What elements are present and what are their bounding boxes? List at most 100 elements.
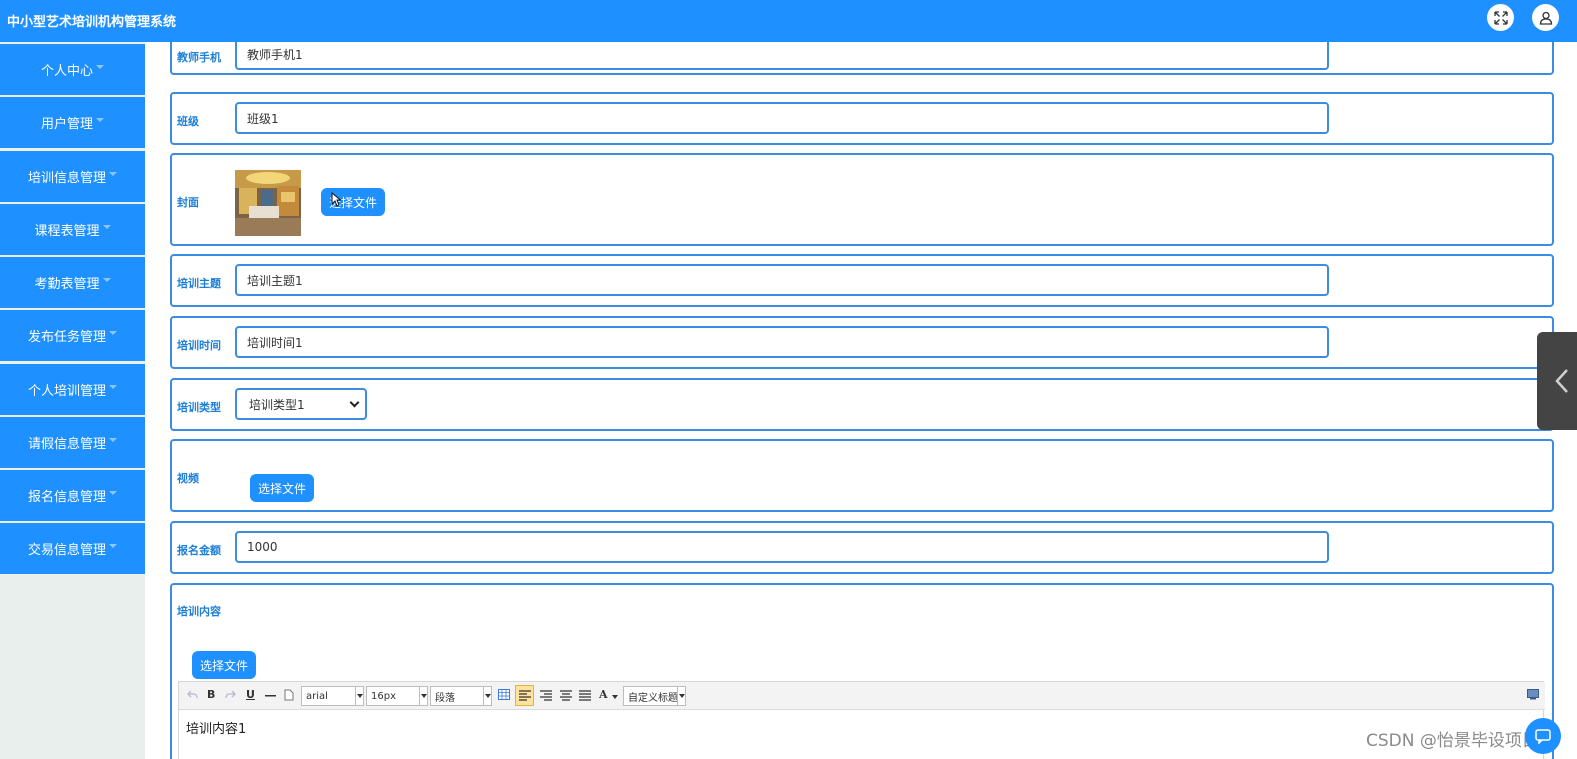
watermark: CSDN @怡景毕设项目 (1366, 731, 1539, 751)
class-input[interactable]: 班级1 (235, 102, 1329, 134)
expand-icon (1493, 10, 1508, 25)
font-size-select[interactable]: 16px (366, 686, 428, 706)
sidebar-item-registration[interactable]: 报名信息管理 (0, 470, 145, 521)
font-family-select[interactable]: arial (301, 686, 364, 706)
video-choose-file-button[interactable]: 选择文件 (250, 474, 315, 502)
form-row-video: 视频 选择文件 (170, 439, 1554, 512)
sidebar-item-label: 考勤表管理 (34, 277, 100, 292)
align-left-button[interactable] (515, 685, 534, 706)
sidebar: 个人中心 用户管理 培训信息管理 课程表管理 考勤表管理 发布任务管理 个人培训… (0, 42, 145, 759)
editor-toolbar: B U arial 16px 段落 A 自定义标题 (179, 682, 1545, 710)
rich-text-editor: B U arial 16px 段落 A 自定义标题 培训内容1 (178, 681, 1545, 759)
chevron-down-icon (349, 397, 360, 408)
sidebar-item-label: 发布任务管理 (27, 330, 106, 345)
dropdown-arrow-icon (677, 687, 685, 705)
document-icon[interactable] (284, 689, 294, 701)
caret-down-icon (109, 171, 117, 176)
topic-input[interactable]: 培训主题1 (235, 264, 1329, 296)
font-family-value: arial (306, 690, 328, 702)
sidebar-item-user-management[interactable]: 用户管理 (0, 97, 145, 148)
field-label: 报名金额 (177, 544, 221, 557)
sidebar-item-training-info[interactable]: 培训信息管理 (0, 151, 145, 202)
fee-input[interactable]: 1000 (235, 531, 1329, 563)
form-row-topic: 培训主题 培训主题1 (170, 254, 1554, 307)
sidebar-item-tasks[interactable]: 发布任务管理 (0, 310, 145, 361)
sidebar-item-label: 个人培训管理 (27, 384, 106, 399)
top-bar: 中小型艺术培训机构管理系统 (0, 0, 1577, 42)
caret-down-icon (96, 117, 104, 122)
font-size-value: 16px (371, 690, 396, 702)
sidebar-item-personal-training[interactable]: 个人培训管理 (0, 364, 145, 415)
form-row-fee: 报名金额 1000 (170, 521, 1554, 574)
main-form: 教师手机 教师手机1 班级 班级1 封面 选择文件 培训主题 培训主题1 培训时… (145, 42, 1577, 759)
field-label: 培训时间 (177, 339, 221, 352)
align-justify-icon[interactable] (579, 690, 591, 701)
user-menu-button[interactable] (1532, 4, 1559, 31)
dropdown-arrow-icon (419, 687, 427, 705)
form-row-teacher-phone: 教师手机 教师手机1 (170, 42, 1554, 75)
form-row-class: 班级 班级1 (170, 92, 1554, 145)
content-choose-file-button[interactable]: 选择文件 (192, 651, 257, 679)
sidebar-item-leave[interactable]: 请假信息管理 (0, 417, 145, 468)
chat-icon (1535, 729, 1551, 744)
sidebar-item-schedule[interactable]: 课程表管理 (0, 204, 145, 255)
time-input[interactable]: 培训时间1 (235, 326, 1329, 358)
underline-button[interactable]: U (246, 688, 255, 701)
field-label: 培训内容 (177, 605, 221, 618)
redo-icon[interactable] (225, 690, 236, 700)
undo-icon[interactable] (187, 690, 198, 700)
preview-icon[interactable] (1527, 689, 1539, 700)
horizontal-rule-icon[interactable] (265, 695, 276, 697)
sidebar-item-label: 个人中心 (40, 64, 93, 79)
field-label: 班级 (177, 115, 199, 128)
caret-down-icon (102, 224, 111, 229)
side-panel-toggle[interactable] (1537, 332, 1577, 430)
paragraph-value: 段落 (435, 692, 455, 704)
field-label: 培训类型 (177, 401, 221, 414)
type-select[interactable]: 培训类型1 (235, 388, 367, 420)
sidebar-item-label: 交易信息管理 (27, 543, 106, 558)
align-center-icon[interactable] (560, 690, 572, 701)
field-label: 教师手机 (177, 51, 221, 64)
align-right-icon[interactable] (540, 690, 552, 701)
caret-down-icon (109, 543, 117, 548)
form-row-cover: 封面 选择文件 (170, 153, 1554, 246)
dropdown-arrow-icon (483, 687, 491, 705)
sidebar-item-label: 用户管理 (40, 117, 93, 132)
sidebar-item-label: 培训信息管理 (27, 171, 106, 186)
dropdown-arrow-icon (612, 695, 618, 699)
mouse-cursor-icon (331, 192, 341, 207)
fullscreen-button[interactable] (1487, 4, 1514, 31)
field-label: 封面 (177, 196, 199, 209)
caret-down-icon (109, 330, 117, 335)
custom-title-value: 自定义标题 (628, 692, 678, 704)
form-row-content: 培训内容 选择文件 B U arial 16px 段落 A 自定义标题 培训内容… (170, 583, 1554, 759)
caret-down-icon (109, 490, 117, 495)
custom-title-select[interactable]: 自定义标题 (623, 686, 686, 706)
type-select-value: 培训类型1 (249, 397, 305, 412)
caret-down-icon (96, 64, 104, 69)
bold-button[interactable]: B (207, 688, 215, 701)
dropdown-arrow-icon (355, 687, 363, 705)
cover-image (235, 170, 301, 236)
editor-content[interactable]: 培训内容1 (186, 718, 246, 737)
align-left-icon (519, 690, 531, 701)
table-icon[interactable] (498, 689, 510, 700)
field-label: 培训主题 (177, 277, 221, 290)
sidebar-item-label: 报名信息管理 (27, 490, 106, 505)
teacher-phone-input[interactable]: 教师手机1 (235, 42, 1329, 70)
sidebar-item-transactions[interactable]: 交易信息管理 (0, 523, 145, 574)
user-icon (1539, 11, 1552, 25)
floating-action-button[interactable] (1525, 718, 1561, 754)
app-title: 中小型艺术培训机构管理系统 (7, 15, 177, 30)
sidebar-item-personal-center[interactable]: 个人中心 (0, 44, 145, 95)
sidebar-item-attendance[interactable]: 考勤表管理 (0, 257, 145, 308)
form-row-time: 培训时间 培训时间1 (170, 316, 1554, 369)
caret-down-icon (102, 277, 111, 282)
caret-down-icon (109, 437, 117, 442)
chevron-left-icon (1555, 369, 1568, 393)
field-label: 视频 (177, 472, 199, 485)
font-color-button[interactable]: A (599, 688, 608, 701)
form-row-type: 培训类型 培训类型1 (170, 378, 1554, 431)
paragraph-select[interactable]: 段落 (430, 686, 492, 706)
